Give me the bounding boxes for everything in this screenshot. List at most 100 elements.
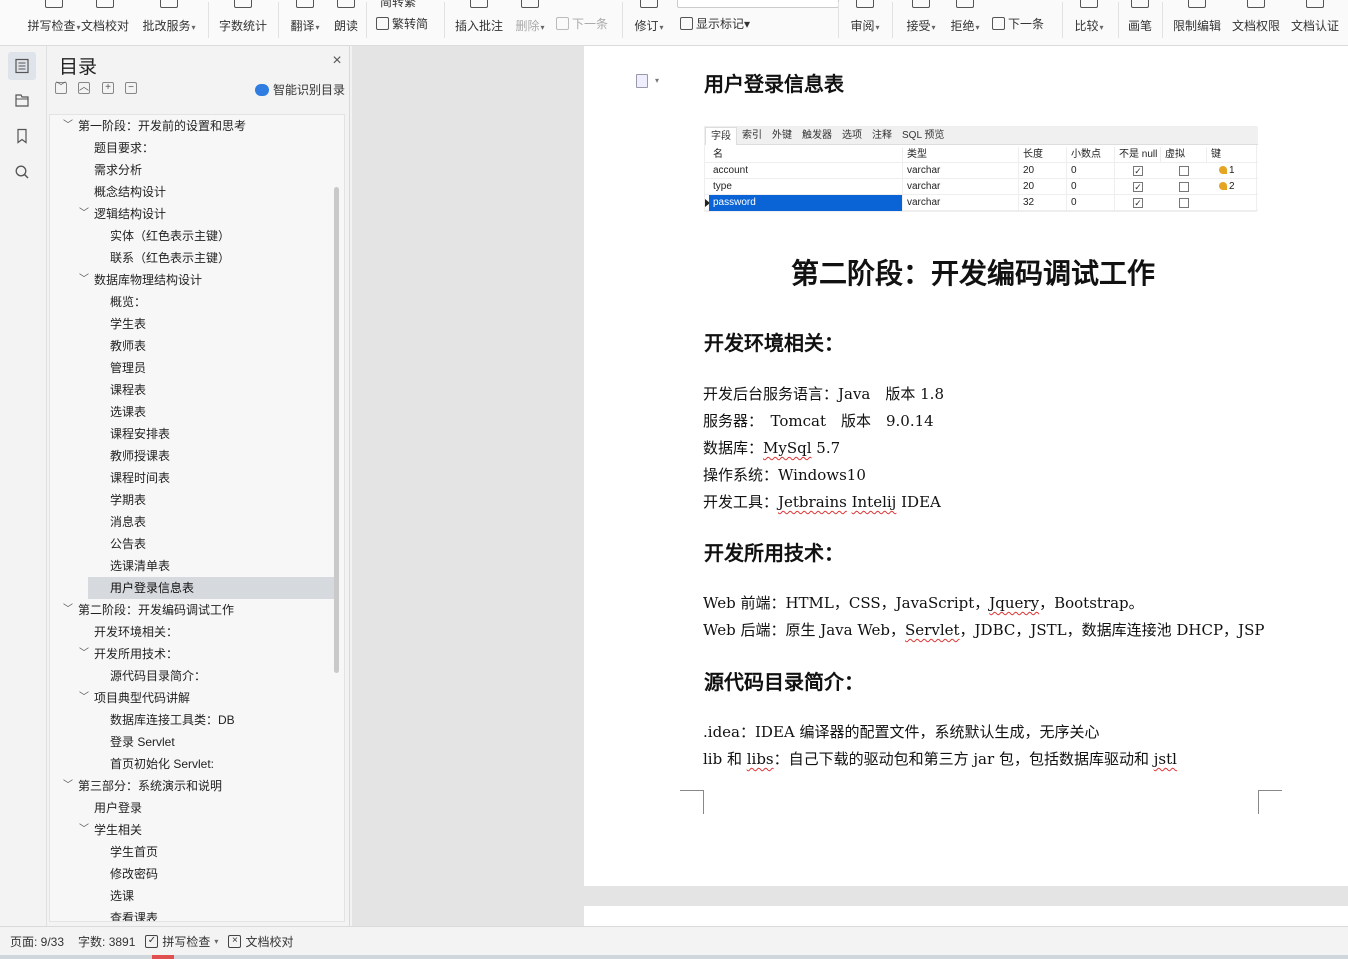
toc-item[interactable]: 数据库连接工具类：DB bbox=[50, 709, 336, 731]
next-change-button[interactable]: 下一条 bbox=[992, 14, 1044, 32]
toc-item[interactable]: 选课清单表 bbox=[50, 555, 336, 577]
translate-button[interactable]: 翻译▾ bbox=[288, 0, 322, 40]
doc-proofread-button-label: 文档校对 bbox=[80, 19, 129, 33]
doc-auth-button[interactable]: 文档认证 bbox=[1290, 0, 1340, 40]
toc-item[interactable]: 选课 bbox=[50, 885, 336, 907]
toc-item[interactable]: 课程时间表 bbox=[50, 467, 336, 489]
close-icon[interactable]: × bbox=[330, 53, 344, 69]
toc-item[interactable]: ﹀ 第三部分：系统演示和说明 bbox=[50, 775, 336, 797]
next-comment-button[interactable]: 下一条 bbox=[556, 14, 608, 32]
toc-item[interactable]: 开发环境相关： bbox=[50, 621, 336, 643]
toc-item[interactable]: ﹀ 数据库物理结构设计 bbox=[50, 269, 336, 291]
chapter-nav-icon[interactable] bbox=[8, 86, 36, 114]
track-changes-button[interactable]: 修订▾ bbox=[632, 0, 666, 40]
toc-item[interactable]: 教师授课表 bbox=[50, 445, 336, 467]
review-ribbon: 拼写检查▾ 文档校对 批改服务▾ 字数统计 翻译▾ 朗读 繁转简 插入批注 删除▾ 下一条 修订▾ 显… bbox=[0, 0, 1348, 46]
toc-item[interactable]: 需求分析 bbox=[50, 159, 336, 181]
review-button[interactable]: 审阅▾ bbox=[848, 0, 882, 40]
toc-item[interactable]: 源代码目录简介： bbox=[50, 665, 336, 687]
document-page[interactable]: ▾ 用户登录信息表 字段 索引 外键 触发器 选项 注释 SQL 预览 名类型 长度 小数点 不是… bbox=[584, 46, 1348, 886]
toc-item[interactable]: ﹀ 逻辑结构设计 bbox=[50, 203, 336, 225]
batch-service-button[interactable]: 批改服务▾ bbox=[140, 0, 198, 40]
insert-comment-icon bbox=[470, 0, 488, 8]
db-header-cell: 不是 null bbox=[1115, 147, 1161, 163]
ribbon-dropdown-input[interactable] bbox=[677, 0, 839, 8]
delete-comment-button[interactable]: 删除▾ bbox=[512, 0, 548, 40]
chevron-down-icon[interactable]: ▾ bbox=[655, 76, 659, 85]
review-button-label-wrap: 审阅▾ bbox=[850, 17, 879, 34]
db-header-cell: 小数点 bbox=[1067, 147, 1115, 163]
toc-item[interactable]: ﹀ 学生相关 bbox=[50, 819, 336, 841]
compare-button[interactable]: 比较▾ bbox=[1072, 0, 1106, 40]
word-count-button[interactable]: 字数统计 bbox=[218, 0, 268, 40]
smart-toc-button[interactable]: 智能识别目录 bbox=[255, 81, 345, 98]
toc-item[interactable]: ﹀ 开发所用技术： bbox=[50, 643, 336, 665]
add-heading-icon[interactable]: + bbox=[102, 82, 114, 94]
chevron-down-icon[interactable]: ﹀ bbox=[78, 687, 90, 709]
chevron-down-icon[interactable]: ﹀ bbox=[78, 203, 90, 225]
toc-item[interactable]: 概览： bbox=[50, 291, 336, 313]
bookmark-icon[interactable] bbox=[8, 122, 36, 150]
chevron-down-icon[interactable]: ﹀ bbox=[62, 115, 74, 137]
chevron-down-icon[interactable]: ﹀ bbox=[62, 599, 74, 621]
chevron-down-icon[interactable]: ﹀ bbox=[78, 269, 90, 291]
trad-simp-top-button[interactable]: 简转繁 bbox=[380, 0, 416, 10]
toc-item[interactable]: ﹀ 第一阶段：开发前的设置和思考 bbox=[50, 115, 336, 137]
chevron-down-icon[interactable]: ﹀ bbox=[78, 819, 90, 841]
toc-item[interactable]: 学期表 bbox=[50, 489, 336, 511]
collapse-all-icon[interactable]: ︿ bbox=[78, 82, 90, 94]
toc-item[interactable]: ﹀ 项目典型代码讲解 bbox=[50, 687, 336, 709]
toc-scrollbar[interactable] bbox=[334, 187, 339, 673]
toc-item[interactable]: 查看课表 bbox=[50, 907, 336, 921]
toc-item[interactable]: 修改密码 bbox=[50, 863, 336, 885]
toc-item[interactable]: 题目要求： bbox=[50, 137, 336, 159]
spell-check-status[interactable]: ✓ 拼写检查 ▾ bbox=[145, 933, 218, 950]
expand-all-icon[interactable]: ﹀ bbox=[55, 82, 67, 94]
toc-panel-icon[interactable] bbox=[8, 52, 36, 80]
toc-item[interactable]: 学生表 bbox=[50, 313, 336, 335]
doc-proofread-button[interactable]: 文档校对 bbox=[80, 0, 130, 40]
chevron-down-icon[interactable]: ﹀ bbox=[78, 643, 90, 665]
body-line: 服务器： Tomcat 版本 9.0.14 bbox=[703, 410, 934, 431]
toc-title: 目录 bbox=[59, 57, 98, 78]
db-cell-type: varchar bbox=[903, 195, 1019, 211]
word-count-icon bbox=[234, 0, 252, 8]
toc-item[interactable]: 教师表 bbox=[50, 335, 336, 357]
search-icon[interactable] bbox=[8, 158, 36, 186]
reject-button[interactable]: 拒绝▾ bbox=[948, 0, 982, 40]
remove-heading-icon[interactable]: − bbox=[125, 82, 137, 94]
ribbon-separator bbox=[838, 2, 839, 38]
show-markup-button[interactable]: 显示标记▾ bbox=[680, 14, 750, 32]
restrict-edit-button[interactable]: 限制编辑 bbox=[1172, 0, 1222, 40]
toc-item[interactable]: 学生首页 bbox=[50, 841, 336, 863]
read-aloud-button[interactable]: 朗读 bbox=[334, 0, 358, 40]
proofread-status[interactable]: × 文档校对 bbox=[228, 933, 293, 950]
toc-item[interactable]: 公告表 bbox=[50, 533, 336, 555]
page-indicator[interactable]: 页面: 9/33 bbox=[10, 933, 64, 950]
toc-item[interactable]: 概念结构设计 bbox=[50, 181, 336, 203]
trad-simp-top-label: 简转繁 bbox=[380, 0, 417, 9]
toc-item[interactable]: 课程表 bbox=[50, 379, 336, 401]
insert-comment-button[interactable]: 插入批注 bbox=[454, 0, 504, 40]
toc-item[interactable]: 课程安排表 bbox=[50, 423, 336, 445]
toc-item[interactable]: ﹀ 第二阶段：开发编码调试工作 bbox=[50, 599, 336, 621]
toc-item[interactable]: 登录 Servlet bbox=[50, 731, 336, 753]
doc-permission-button[interactable]: 文档权限 bbox=[1231, 0, 1281, 40]
pen-button[interactable]: 画笔 bbox=[1128, 0, 1152, 40]
accept-button[interactable]: 接受▾ bbox=[904, 0, 938, 40]
doc-auth-icon bbox=[1306, 0, 1324, 8]
page-format-icon[interactable] bbox=[636, 74, 648, 88]
read-aloud-button-label: 朗读 bbox=[334, 19, 359, 33]
toc-item[interactable]: 用户登录 bbox=[50, 797, 336, 819]
simp-trad-button[interactable]: 繁转简 bbox=[376, 14, 428, 32]
toc-item[interactable]: 用户登录信息表 bbox=[50, 577, 336, 599]
toc-item[interactable]: 管理员 bbox=[50, 357, 336, 379]
chevron-down-icon[interactable]: ﹀ bbox=[62, 775, 74, 797]
toc-item[interactable]: 选课表 bbox=[50, 401, 336, 423]
toc-item[interactable]: 联系（红色表示主键） bbox=[50, 247, 336, 269]
body-line: .idea：IDEA 编译器的配置文件，系统默认生成，无序关心 bbox=[703, 721, 1100, 742]
toc-item[interactable]: 实体（红色表示主键） bbox=[50, 225, 336, 247]
toc-item[interactable]: 消息表 bbox=[50, 511, 336, 533]
toc-item[interactable]: 首页初始化 Servlet: bbox=[50, 753, 336, 775]
word-count[interactable]: 字数: 3891 bbox=[78, 933, 135, 950]
